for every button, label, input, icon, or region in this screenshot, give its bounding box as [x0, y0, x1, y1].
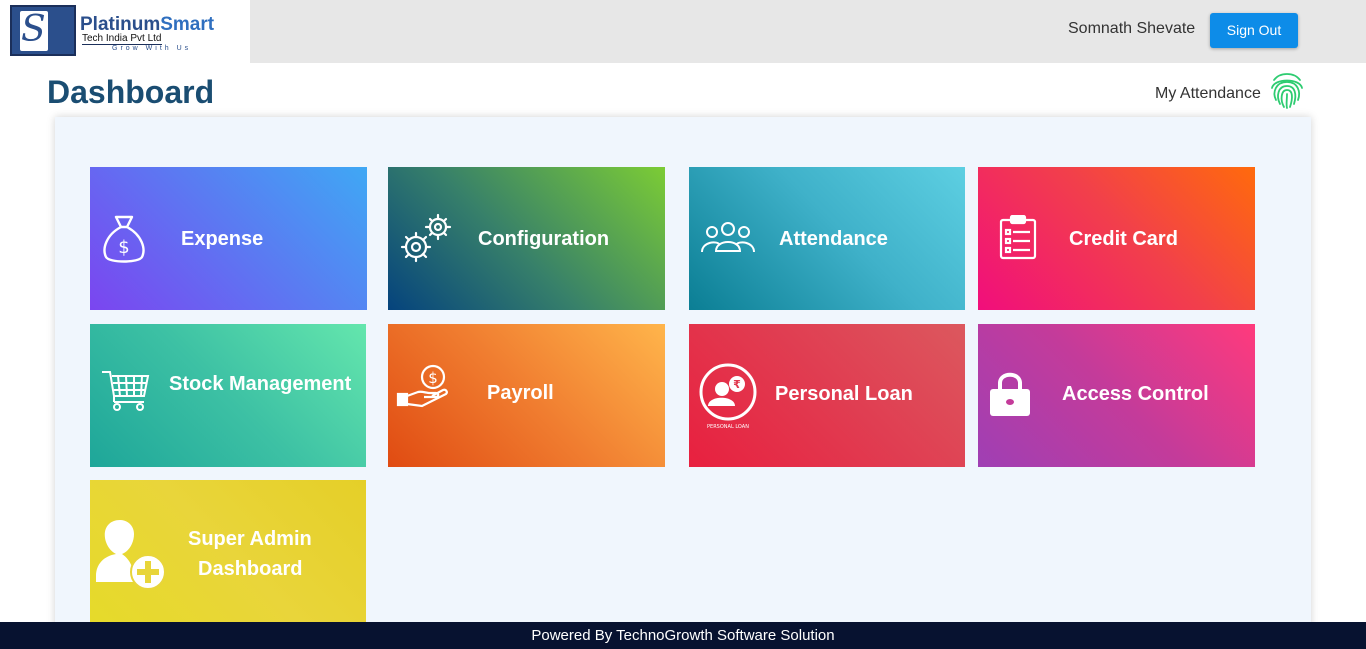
my-attendance-link[interactable]: My Attendance — [1155, 85, 1261, 103]
tile-personal-loan[interactable]: ₹ PERSONAL LOAN Personal Loan — [689, 324, 965, 467]
logo-emblem: S — [10, 5, 76, 56]
padlock-icon — [990, 372, 1030, 416]
logo-tagline: Grow With Us — [112, 45, 192, 52]
tile-label: Stock Management — [169, 373, 352, 395]
clipboard-list-icon — [999, 215, 1037, 260]
sign-out-button[interactable]: Sign Out — [1210, 13, 1298, 48]
tile-payroll[interactable]: $ Payroll — [388, 324, 665, 467]
tile-stock-management[interactable]: Stock Management — [90, 324, 366, 467]
top-header: S PlatinumSmart Tech India Pvt Ltd Grow … — [0, 0, 1366, 63]
page-title: Dashboard — [47, 74, 215, 110]
tile-expense[interactable]: $ Expense — [90, 167, 367, 310]
tile-configuration[interactable]: Configuration — [388, 167, 665, 310]
tile-label: Credit Card — [1069, 228, 1178, 250]
money-bag-icon: $ — [103, 215, 145, 263]
tile-access-control[interactable]: Access Control — [978, 324, 1255, 467]
svg-text:₹: ₹ — [733, 378, 741, 391]
tile-label: Access Control — [1062, 383, 1209, 405]
svg-text:$: $ — [118, 237, 129, 258]
personal-loan-caption: PERSONAL LOAN — [707, 424, 749, 430]
tile-attendance[interactable]: Attendance — [689, 167, 965, 310]
people-group-icon — [701, 222, 755, 253]
fingerprint-icon[interactable] — [1268, 70, 1306, 110]
footer: Powered By TechnoGrowth Software Solutio… — [0, 622, 1366, 649]
tile-credit-card[interactable]: Credit Card — [978, 167, 1255, 310]
personal-loan-icon: ₹ PERSONAL LOAN — [699, 363, 757, 430]
tile-label: Attendance — [779, 228, 888, 250]
add-user-icon — [96, 520, 166, 590]
tile-label-line2: Dashboard — [198, 558, 303, 580]
tile-super-admin-dashboard[interactable]: Super Admin Dashboard — [90, 480, 366, 622]
user-name: Somnath Shevate — [1068, 20, 1196, 37]
tile-label: Expense — [181, 228, 264, 250]
tile-label-line1: Super Admin — [188, 528, 312, 550]
tile-label: Configuration — [478, 228, 610, 250]
hand-coin-icon: $ — [396, 364, 448, 408]
tile-label: Personal Loan — [775, 383, 913, 405]
tile-label: Payroll — [487, 382, 554, 404]
company-logo[interactable]: S PlatinumSmart Tech India Pvt Ltd Grow … — [0, 0, 250, 63]
gears-icon — [400, 213, 452, 263]
logo-subtitle: Tech India Pvt Ltd — [82, 33, 162, 45]
shopping-cart-icon — [102, 371, 150, 411]
svg-text:$: $ — [428, 369, 438, 387]
